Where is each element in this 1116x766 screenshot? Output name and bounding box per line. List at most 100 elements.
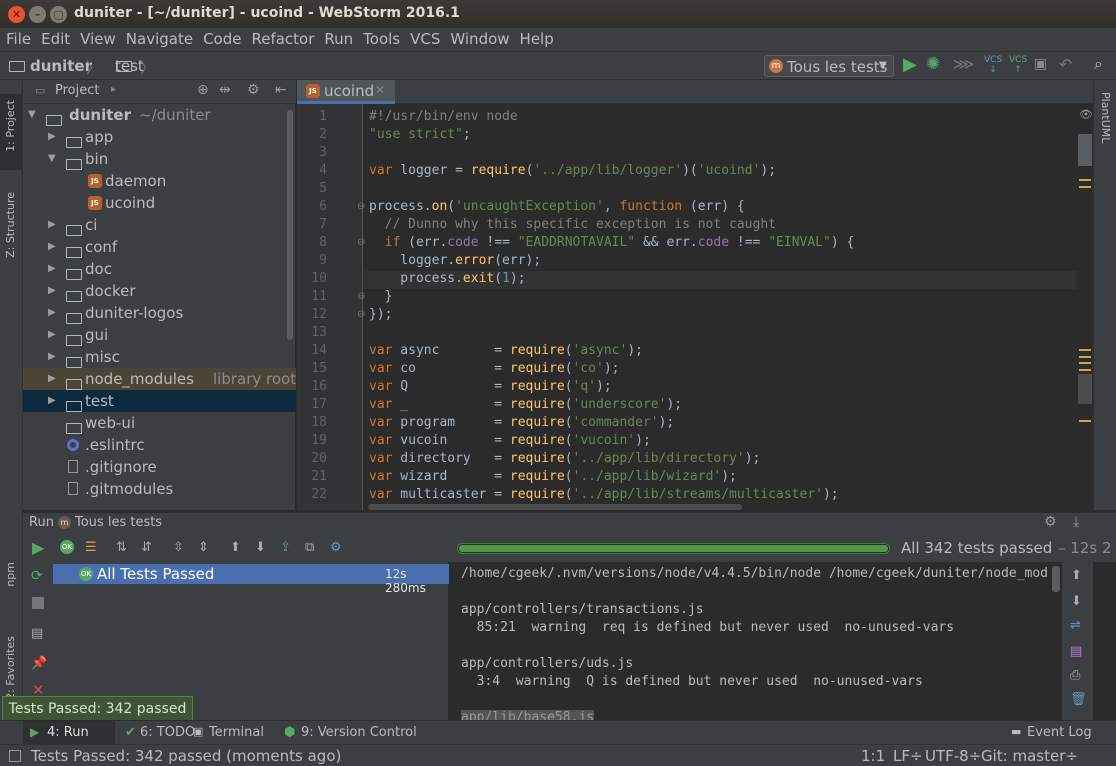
menu-run[interactable]: Run bbox=[319, 28, 358, 50]
tab-terminal[interactable]: Terminal bbox=[209, 725, 264, 740]
warning-marker[interactable] bbox=[1079, 356, 1091, 358]
fold-icon[interactable]: ⊖ bbox=[357, 291, 365, 302]
rerun-failed-icon[interactable]: ⟳ bbox=[31, 568, 43, 584]
project-panel-title[interactable]: Project bbox=[55, 83, 99, 98]
print-icon[interactable]: ⎙ bbox=[1070, 668, 1080, 684]
tree-row-ucoind[interactable]: JS ucoind bbox=[23, 192, 296, 214]
maximize-window-button[interactable]: ▢ bbox=[50, 6, 67, 23]
run-icon[interactable]: ▶ bbox=[903, 54, 917, 75]
menu-refactor[interactable]: Refactor bbox=[246, 28, 319, 50]
close-window-button[interactable]: ✕ bbox=[8, 6, 25, 23]
tab-npm-label[interactable]: npm bbox=[4, 562, 17, 587]
pin-icon[interactable]: 📌 bbox=[31, 656, 47, 672]
test-node-root[interactable]: OK All Tests Passed 12s 280ms bbox=[53, 564, 449, 595]
status-message[interactable]: Tests Passed: 342 passed (moments ago) bbox=[31, 747, 341, 765]
tree-row-web-ui[interactable]: web-ui bbox=[23, 412, 296, 434]
run-config-tab[interactable]: Tous les tests bbox=[75, 515, 162, 530]
console-output[interactable]: /home/cgeek/.nvm/versions/node/v4.4.5/bi… bbox=[450, 562, 1062, 720]
tab-structure-label[interactable]: Z: Structure bbox=[4, 192, 17, 258]
scroll-up-icon[interactable]: ⬆ bbox=[1071, 568, 1082, 584]
menu-view[interactable]: View bbox=[75, 28, 121, 50]
tree-row-app[interactable]: ▶ app bbox=[23, 126, 296, 148]
collapse-all-icon[interactable]: ⇕ bbox=[198, 540, 209, 556]
tree-row-conf[interactable]: ▶ conf bbox=[23, 236, 296, 258]
error-stripe[interactable]: 👁 bbox=[1077, 104, 1093, 510]
restore-layout-icon[interactable]: ▤ bbox=[31, 626, 43, 642]
tree-row-test[interactable]: ▶ test bbox=[23, 390, 296, 412]
debug-icon[interactable]: ✺ bbox=[926, 54, 940, 74]
warning-marker[interactable] bbox=[1079, 362, 1091, 364]
coverage-icon[interactable]: ⋙ bbox=[953, 55, 974, 73]
menu-tools[interactable]: Tools bbox=[358, 28, 405, 50]
scroll-to-end-icon[interactable]: ▤ bbox=[1070, 644, 1082, 660]
console-scrollbar[interactable] bbox=[1052, 566, 1060, 592]
warning-marker[interactable] bbox=[1079, 420, 1091, 422]
search-icon[interactable]: ⌕ bbox=[1094, 54, 1103, 74]
next-failed-icon[interactable]: ⬇ bbox=[255, 540, 266, 556]
gear-icon[interactable]: ⚙ bbox=[1044, 514, 1057, 530]
import-icon[interactable]: ⧉ bbox=[305, 540, 314, 556]
stop-icon[interactable] bbox=[32, 597, 44, 609]
horizontal-scrollbar[interactable] bbox=[368, 504, 742, 510]
breadcrumb-root[interactable]: duniter bbox=[30, 57, 92, 75]
sort-alpha-icon[interactable]: ⇅ bbox=[116, 540, 127, 556]
tab-run[interactable]: ▶ 4: Run bbox=[23, 721, 115, 745]
show-passed-icon[interactable]: OK bbox=[60, 540, 74, 554]
menu-file[interactable]: File bbox=[1, 28, 36, 50]
warning-marker[interactable] bbox=[1079, 349, 1091, 351]
tree-row-eslintrc[interactable]: .eslintrc bbox=[23, 434, 296, 456]
collapse-icon[interactable]: ⇹ bbox=[219, 82, 231, 98]
close-icon[interactable]: ✕ bbox=[375, 83, 385, 97]
tree-row-daemon[interactable]: JS daemon bbox=[23, 170, 296, 192]
show-ignored-icon[interactable]: ☰ bbox=[85, 540, 97, 556]
inspection-eye-icon[interactable]: 👁 bbox=[1079, 108, 1093, 121]
tab-todo[interactable]: 6: TODO bbox=[140, 725, 195, 740]
minimize-window-button[interactable]: – bbox=[29, 6, 46, 23]
soft-wrap-icon[interactable]: ⇌ bbox=[1070, 618, 1081, 634]
git-branch[interactable]: Git: master÷ bbox=[981, 747, 1078, 765]
view-dropdown-icon[interactable]: ▸ bbox=[111, 84, 116, 95]
code-editor[interactable]: #!/usr/bin/env node "use strict"; var lo… bbox=[364, 104, 1077, 510]
editor-tab-ucoind[interactable]: JS ucoind ✕ bbox=[297, 80, 395, 104]
tree-row-gitignore[interactable]: .gitignore bbox=[23, 456, 296, 478]
export-icon[interactable]: ⇪ bbox=[280, 540, 291, 556]
menu-code[interactable]: Code bbox=[198, 28, 246, 50]
fold-icon[interactable]: ⊖ bbox=[357, 309, 365, 320]
compare-icon[interactable]: ▣ bbox=[1034, 56, 1047, 72]
fold-icon[interactable]: ⊖ bbox=[357, 201, 365, 212]
tab-favorites-label[interactable]: 2: Favorites bbox=[4, 636, 17, 700]
tree-row-duniter-logos[interactable]: ▶ duniter-logos bbox=[23, 302, 296, 324]
fold-icon[interactable]: ⊖ bbox=[357, 237, 365, 248]
settings-icon[interactable]: ⚙ bbox=[330, 540, 342, 556]
run-config-selector[interactable]: m Tous les tests ▼ bbox=[764, 55, 894, 77]
tree-row-duniter[interactable]: ▼ duniter ~/duniter bbox=[23, 104, 296, 126]
vcs-commit-icon[interactable]: VCS ↑ bbox=[1009, 55, 1027, 75]
trash-icon[interactable]: 🗑 bbox=[1070, 692, 1087, 708]
menu-window[interactable]: Window bbox=[445, 28, 514, 50]
tab-event-log[interactable]: Event Log bbox=[1027, 725, 1092, 740]
scroll-down-icon[interactable]: ⬇ bbox=[1071, 594, 1082, 610]
tree-row-ci[interactable]: ▶ ci bbox=[23, 214, 296, 236]
tree-row-bin[interactable]: ▼ bin bbox=[23, 148, 296, 170]
notification-balloon[interactable]: Tests Passed: 342 passed bbox=[2, 696, 193, 722]
menu-edit[interactable]: Edit bbox=[36, 28, 75, 50]
hide-panel-icon[interactable]: ⇤ bbox=[275, 82, 287, 98]
warning-marker[interactable] bbox=[1079, 369, 1091, 371]
tree-row-node-modules[interactable]: ▶ node_modules library root bbox=[23, 368, 296, 390]
prev-failed-icon[interactable]: ⬆ bbox=[230, 540, 241, 556]
expand-all-icon[interactable]: ⇳ bbox=[173, 540, 184, 556]
tree-row-misc[interactable]: ▶ misc bbox=[23, 346, 296, 368]
menu-vcs[interactable]: VCS bbox=[405, 28, 445, 50]
scroll-thumb[interactable] bbox=[1078, 134, 1092, 166]
scrollbar[interactable] bbox=[287, 110, 293, 340]
caret-position[interactable]: 1:1 bbox=[861, 747, 885, 765]
menu-help[interactable]: Help bbox=[515, 28, 559, 50]
gear-icon[interactable]: ⚙ bbox=[247, 82, 260, 98]
warning-marker[interactable] bbox=[1079, 186, 1091, 188]
warning-marker[interactable] bbox=[1079, 179, 1091, 181]
locate-icon[interactable]: ⊕ bbox=[197, 82, 209, 98]
tree-row-gui[interactable]: ▶ gui bbox=[23, 324, 296, 346]
toggle-tool-windows-icon[interactable] bbox=[9, 750, 21, 762]
vcs-update-icon[interactable]: VCS ↓ bbox=[984, 55, 1002, 75]
tab-version-control[interactable]: 9: Version Control bbox=[301, 725, 417, 740]
